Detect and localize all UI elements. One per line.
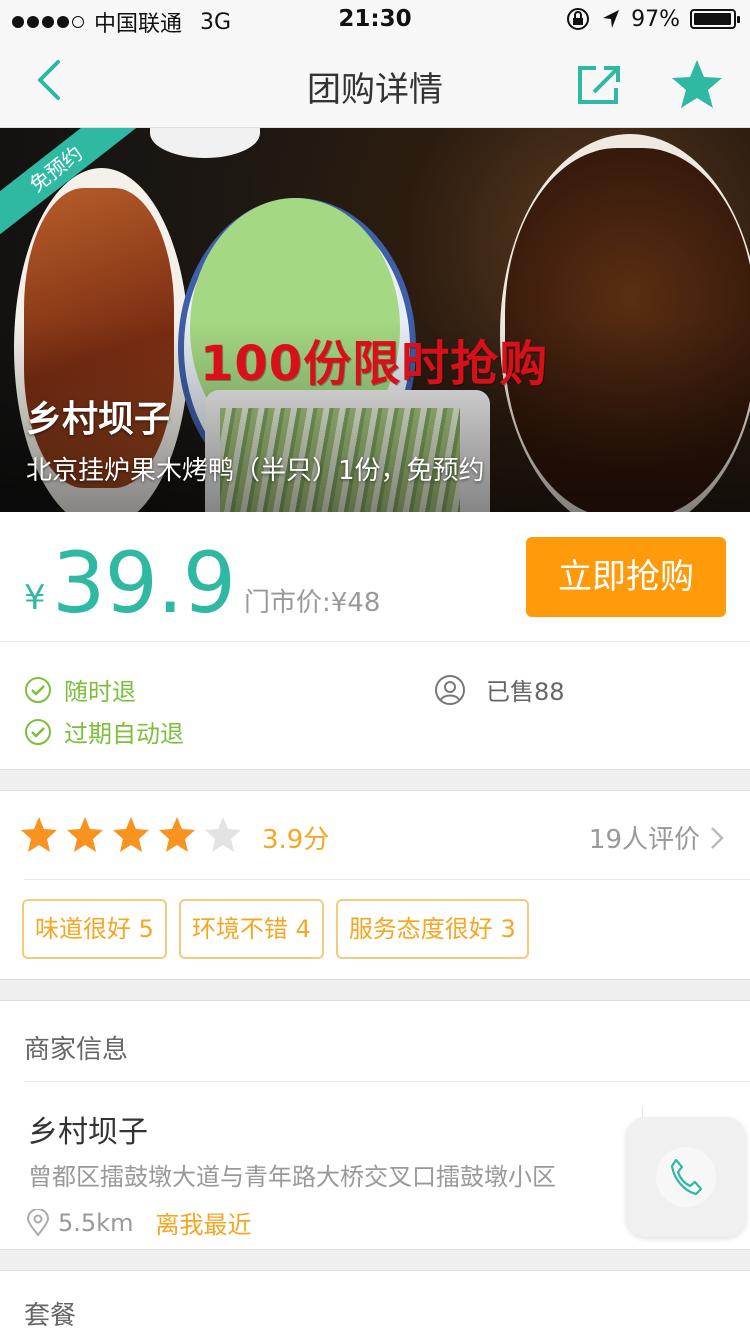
reviews-link[interactable]: 19人评价 [589, 819, 724, 856]
nav-bar: 团购详情 [0, 40, 750, 128]
merchant-distance: 5.5km 离我最近 [26, 1205, 251, 1240]
divider [24, 879, 750, 880]
nearest-label: 离我最近 [155, 1211, 252, 1239]
check-circle-icon [25, 676, 51, 703]
star-filled-icon [67, 817, 103, 852]
share-icon[interactable] [576, 64, 622, 106]
rating-section: 3.9分 19人评价 味道很好 5 环境不错 4 服务态度很好 3 [0, 790, 750, 980]
check-circle-icon [25, 718, 51, 745]
deal-description: 北京挂炉果木烤鸭（半只）1份，免预约 [26, 456, 485, 486]
deal-hero-image[interactable]: 100份限时抢购 免预约 乡村坝子 北京挂炉果木烤鸭（半只）1份，免预约 [0, 128, 750, 512]
battery-percent: 97% [631, 6, 680, 32]
price-section: ¥ 39.9 门市价:¥48 立即抢购 [0, 512, 750, 642]
merchant-header: 商家信息 [24, 1035, 129, 1065]
call-button-inner [656, 1147, 716, 1207]
reviews-count: 19人评价 [588, 825, 700, 855]
guarantee-refund-anytime: 随时退 [24, 672, 136, 707]
package-section: 套餐 [0, 1270, 750, 1334]
call-button[interactable] [626, 1117, 746, 1237]
divider [24, 1081, 750, 1082]
guarantee-auto-refund: 过期自动退 [24, 714, 184, 749]
current-price: 39.9 [52, 534, 236, 632]
promo-text: 100份限时抢购 [200, 336, 549, 392]
hero-shop-name: 乡村坝子 [26, 399, 171, 440]
favorite-star-icon[interactable] [670, 58, 724, 110]
sold-label: 已售88 [486, 678, 565, 706]
chevron-right-icon [711, 826, 724, 849]
review-tag[interactable]: 服务态度很好 3 [335, 899, 529, 959]
merchant-address[interactable]: 曾都区擂鼓墩大道与青年路大桥交叉口擂鼓墩小区 [28, 1157, 556, 1192]
star-empty-icon [205, 817, 241, 852]
merchant-name[interactable]: 乡村坝子 [28, 1107, 148, 1151]
currency-symbol: ¥ [24, 578, 46, 618]
review-tag[interactable]: 味道很好 5 [22, 899, 167, 959]
battery-fill [694, 13, 731, 25]
location-icon [603, 10, 620, 28]
location-pin-icon [26, 1208, 50, 1237]
original-price: 门市价:¥48 [244, 588, 381, 618]
battery-icon [690, 9, 740, 29]
sold-count: 已售88 [434, 672, 565, 707]
rating-score: 3.9分 [262, 825, 330, 855]
package-header: 套餐 [24, 1301, 77, 1331]
status-bar: 中国联通 3G 21:30 97% [0, 0, 750, 40]
phone-icon [670, 1158, 703, 1196]
star-filled-icon [21, 817, 57, 852]
buy-now-button[interactable]: 立即抢购 [526, 537, 726, 617]
guarantee-label: 过期自动退 [64, 720, 184, 748]
review-tags: 味道很好 5 环境不错 4 服务态度很好 3 [22, 899, 529, 959]
status-right: 97% [565, 6, 740, 32]
rotation-lock-icon [567, 8, 590, 30]
merchant-section: 商家信息 乡村坝子 曾都区擂鼓墩大道与青年路大桥交叉口擂鼓墩小区 5.5km 离… [0, 1000, 750, 1250]
distance-value: 5.5km [58, 1208, 134, 1237]
user-icon [435, 674, 465, 705]
page-title: 团购详情 [307, 70, 443, 110]
star-filled-icon [113, 817, 149, 852]
star-rating [20, 815, 242, 853]
star-filled-icon [159, 817, 195, 852]
guarantee-label: 随时退 [64, 678, 136, 706]
review-tag[interactable]: 环境不错 4 [178, 899, 324, 959]
guarantee-section: 随时退 过期自动退 已售88 [0, 642, 750, 770]
